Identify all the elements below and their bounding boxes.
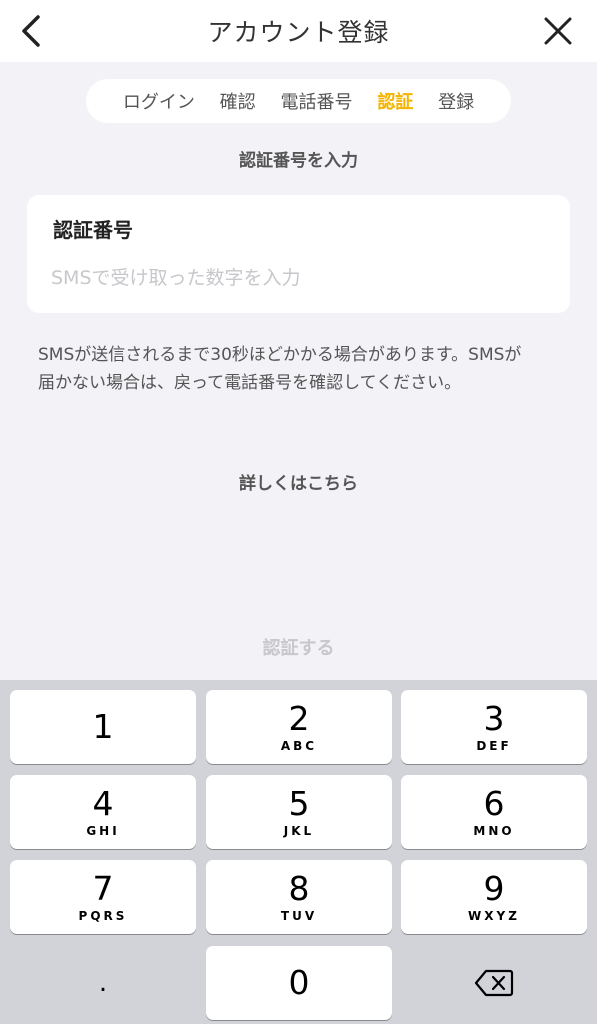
- verification-code-card: 認証番号: [27, 195, 570, 313]
- key-2[interactable]: 2 ABC: [206, 690, 392, 764]
- key-letters: MNO: [473, 824, 515, 838]
- key-6[interactable]: 6 MNO: [401, 775, 587, 849]
- verification-code-input[interactable]: [51, 261, 546, 295]
- close-button[interactable]: [533, 6, 583, 56]
- verify-button[interactable]: 認証する: [0, 634, 597, 660]
- chevron-left-icon: [22, 15, 40, 47]
- key-digit: 2: [288, 699, 310, 738]
- key-7[interactable]: 7 PQRS: [10, 860, 196, 934]
- back-button[interactable]: [6, 6, 56, 56]
- key-0[interactable]: 0: [206, 946, 392, 1020]
- key-letters: JKL: [283, 824, 315, 838]
- key-digit: 8: [288, 869, 310, 908]
- key-digit: 1: [92, 707, 114, 746]
- key-1[interactable]: 1: [10, 690, 196, 764]
- key-letters: TUV: [280, 909, 318, 923]
- key-dot[interactable]: .: [10, 946, 196, 1020]
- verification-code-label: 認証番号: [53, 218, 133, 242]
- key-5[interactable]: 5 JKL: [206, 775, 392, 849]
- key-digit: 0: [288, 963, 310, 1002]
- key-delete[interactable]: [401, 946, 587, 1020]
- close-icon: [544, 17, 572, 45]
- key-digit: 4: [92, 784, 114, 823]
- step-login: ログイン: [122, 92, 195, 113]
- key-digit: 5: [288, 784, 310, 823]
- key-letters: WXYZ: [468, 909, 520, 923]
- section-title: 認証番号を入力: [239, 151, 358, 171]
- key-4[interactable]: 4 GHI: [10, 775, 196, 849]
- key-letters: ABC: [280, 739, 318, 753]
- key-3[interactable]: 3 DEF: [401, 690, 587, 764]
- key-digit: 7: [92, 869, 114, 908]
- key-dot-label: .: [98, 968, 108, 998]
- key-letters: GHI: [86, 824, 120, 838]
- backspace-icon: [474, 969, 514, 997]
- nav-header: アカウント登録: [0, 0, 597, 62]
- key-8[interactable]: 8 TUV: [206, 860, 392, 934]
- key-digit: 9: [483, 869, 505, 908]
- step-confirm: 確認: [219, 92, 256, 113]
- step-register: 登録: [438, 92, 475, 113]
- key-digit: 6: [483, 784, 505, 823]
- step-indicator: ログイン 確認 電話番号 認証 登録: [86, 79, 511, 123]
- step-phone-number: 電話番号: [280, 92, 353, 113]
- sms-notice-text: SMSが送信されるまで30秒ほどかかる場合があります。SMSが届かない場合は、戻…: [38, 345, 522, 393]
- page-title: アカウント登録: [207, 18, 390, 47]
- key-letters: DEF: [476, 739, 512, 753]
- key-digit: 3: [483, 699, 505, 738]
- step-verification: 認証: [377, 92, 414, 113]
- key-letters: PQRS: [78, 909, 128, 923]
- key-9[interactable]: 9 WXYZ: [401, 860, 587, 934]
- numeric-keypad: 1 2 ABC 3 DEF 4 GHI 5 JKL 6 MNO 7 PQRS 8…: [0, 680, 597, 1024]
- details-link[interactable]: 詳しくはこちら: [0, 469, 597, 494]
